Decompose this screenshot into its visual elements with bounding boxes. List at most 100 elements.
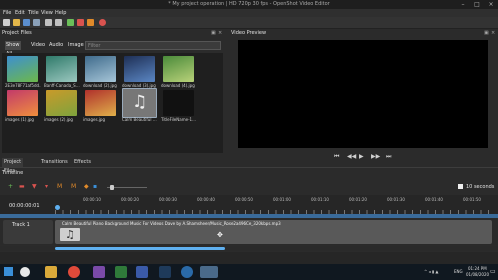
app-icon[interactable] (93, 266, 105, 278)
file-thumbnail[interactable] (7, 90, 38, 116)
file-explorer-icon[interactable] (45, 266, 57, 278)
redo-icon[interactable] (55, 19, 62, 26)
main-toolbar (0, 17, 498, 29)
file-thumbnail-selected[interactable]: ♫ (122, 88, 157, 118)
clip-title: Calm Beautiful Piano Background Music Fo… (62, 221, 281, 226)
tab-transitions[interactable]: Transitions (39, 158, 70, 167)
project-files-title: Project Files (2, 30, 32, 36)
menu-file[interactable]: File (3, 10, 11, 16)
file-label: download (4).jpg (161, 83, 195, 88)
previous-marker-icon[interactable]: M (57, 183, 62, 190)
app-icon[interactable] (115, 266, 127, 278)
menu-view[interactable]: View (41, 10, 53, 16)
chrome-icon[interactable] (68, 266, 80, 278)
fast-forward-icon[interactable]: ▶▶ (371, 153, 380, 160)
fullscreen-icon[interactable] (87, 19, 94, 26)
jump-end-icon[interactable]: ⏭ (386, 153, 391, 161)
filter-audio[interactable]: Audio (48, 41, 64, 50)
file-label: download (2).jpg (83, 83, 117, 88)
start-button[interactable] (4, 267, 13, 276)
video-preview-title: Video Preview (231, 30, 267, 36)
next-marker-icon[interactable]: M (71, 183, 76, 190)
menu-title[interactable]: Title (28, 10, 39, 16)
app-icon[interactable] (136, 266, 148, 278)
add-track-icon[interactable]: + (8, 183, 13, 190)
search-icon[interactable] (20, 267, 30, 277)
close-button[interactable]: × (484, 0, 498, 9)
project-files-grid: 2E3e78F71af5dd… Banff-Canada_S… download… (2, 53, 223, 153)
openshot-taskbar-icon[interactable] (200, 266, 218, 278)
ruler-tick: 00:00:40 (197, 197, 215, 202)
file-thumbnail[interactable] (163, 56, 194, 82)
rewind-icon[interactable]: ◀◀ (347, 153, 356, 160)
filter-image[interactable]: Image (67, 41, 85, 50)
audio-clip[interactable]: Calm Beautiful Piano Background Music Fo… (55, 220, 492, 244)
filter-show-all[interactable]: Show All (5, 41, 21, 57)
file-thumbnail[interactable] (85, 90, 116, 116)
notifications-icon[interactable]: ▭ (490, 268, 496, 275)
tab-project-files[interactable]: Project Files (2, 158, 24, 174)
undo-icon[interactable] (45, 19, 52, 26)
file-label: images (2).jpg (44, 117, 73, 122)
center-timeline-icon[interactable]: ◆ (84, 183, 89, 190)
file-thumbnail[interactable] (7, 56, 38, 82)
razor-icon[interactable]: ▼ (32, 183, 37, 190)
snapping-icon[interactable]: ▬ (19, 183, 25, 190)
minimize-button[interactable]: – (456, 0, 470, 9)
save-as-icon[interactable] (33, 19, 40, 26)
file-thumbnail[interactable] (124, 56, 155, 82)
file-thumbnail[interactable] (163, 90, 194, 116)
panel-divider (0, 167, 498, 168)
timeline-scrollbar[interactable] (0, 246, 498, 251)
file-thumbnail[interactable] (46, 56, 77, 82)
scrollbar-thumb[interactable] (55, 247, 225, 250)
clock-date[interactable]: 01/08/2020 (466, 272, 489, 277)
timeline-scroll-strip[interactable] (0, 214, 498, 218)
add-marker-icon[interactable]: ▾ (45, 183, 48, 190)
file-label: TitleFileName-1… (161, 117, 197, 122)
ruler-tick: 00:00:30 (159, 197, 177, 202)
zoom-label: 10 seconds (466, 184, 495, 190)
filter-input[interactable]: Filter (85, 41, 221, 50)
file-thumbnail[interactable] (85, 56, 116, 82)
clip-thumbnail: ♫ (60, 228, 80, 241)
zoom-checkbox[interactable] (458, 184, 463, 189)
jump-start-icon[interactable]: ⏮ (334, 153, 339, 161)
filter-video[interactable]: Video (30, 41, 46, 50)
file-label: Calm Beautiful … (122, 117, 157, 122)
maximize-button[interactable]: □ (470, 0, 484, 9)
preview-close-icon[interactable]: × (491, 30, 495, 36)
menu-bar: File Edit Title View Help (0, 9, 498, 17)
dock-close-icon[interactable]: × (218, 30, 222, 36)
timeline-ruler[interactable]: 00:00:00:01 00:00:10 00:00:20 00:00:30 0… (0, 195, 498, 214)
tab-effects[interactable]: Effects (72, 158, 93, 167)
taskbar: ^ ◂ ▮ ▲ ENG 01:24 PM 01/08/2020 ▭ (0, 264, 498, 280)
timeline-title: Timeline (2, 170, 24, 176)
dock-float-icon[interactable]: ▣ (211, 30, 216, 36)
track-name: Track 1 (12, 222, 30, 228)
language-indicator[interactable]: ENG (454, 269, 463, 274)
file-label: 2E3e78F71af5dd… (5, 83, 41, 88)
zoom-out-icon[interactable]: ▪ (93, 183, 97, 190)
app-icon[interactable] (181, 266, 193, 278)
ruler-tick: 00:01:10 (311, 197, 329, 202)
import-files-icon[interactable] (67, 19, 74, 26)
open-project-icon[interactable] (13, 19, 20, 26)
zoom-slider-handle[interactable] (110, 185, 114, 190)
profile-icon[interactable] (77, 19, 84, 26)
menu-help[interactable]: Help (55, 10, 66, 16)
clock-time[interactable]: 01:24 PM (468, 266, 487, 271)
export-video-icon[interactable] (99, 19, 106, 26)
tray-icons[interactable]: ^ ◂ ▮ ▲ (424, 269, 438, 274)
save-project-icon[interactable] (23, 19, 30, 26)
app-icon[interactable] (159, 266, 171, 278)
preview-dock-icon[interactable]: ▣ (484, 30, 489, 36)
new-project-icon[interactable] (3, 19, 10, 26)
ruler-tick: 00:01:50 (463, 197, 481, 202)
video-preview-canvas[interactable] (238, 40, 488, 148)
play-icon[interactable]: ▶ (359, 153, 364, 160)
track-header[interactable]: Track 1 (3, 220, 53, 244)
ruler-tick: 00:00:50 (235, 197, 253, 202)
file-thumbnail[interactable] (46, 90, 77, 116)
menu-edit[interactable]: Edit (15, 10, 25, 16)
